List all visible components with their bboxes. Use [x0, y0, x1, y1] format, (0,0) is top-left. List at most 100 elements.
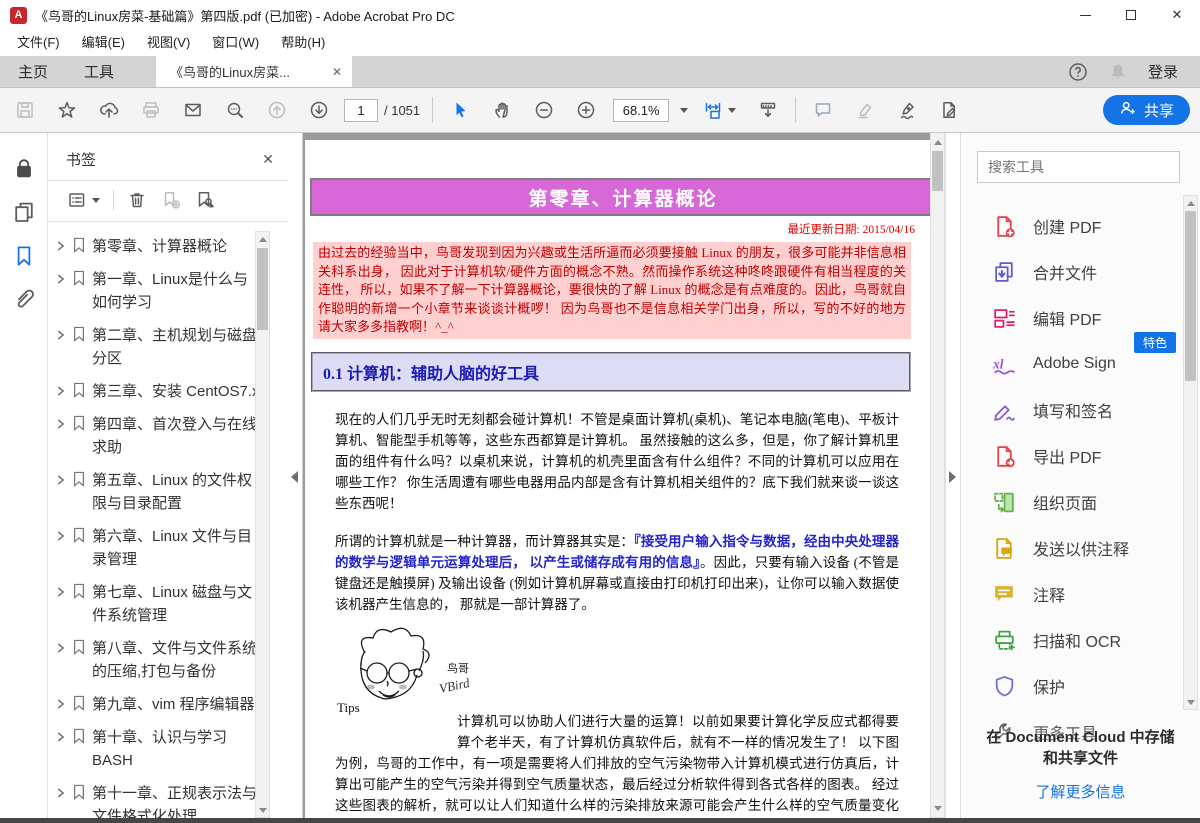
tab-home[interactable]: 主页	[0, 56, 66, 87]
zoom-dropdown-caret[interactable]	[671, 101, 692, 120]
bookmark-label: 第八章、文件与文件系统的压缩,打包与备份	[92, 637, 262, 683]
chevron-right-icon[interactable]	[56, 693, 72, 715]
bookmark-item[interactable]: 第六章、Linux 文件与目录管理	[56, 520, 262, 576]
previous-page-icon[interactable]	[256, 93, 298, 127]
document-cloud-footer: 在 Document Cloud 中存储和共享文件 了解更多信息	[961, 727, 1200, 802]
scroll-mode-icon[interactable]	[747, 93, 789, 127]
tool-item[interactable]: 保护	[991, 663, 1200, 709]
title-bar: A 《鸟哥的Linux房菜-基础篇》第四版.pdf (已加密) - Adobe …	[0, 0, 1200, 30]
menu-item[interactable]: 窗口(W)	[201, 30, 270, 56]
options-icon[interactable]	[62, 187, 105, 213]
bookmark-item[interactable]: 第五章、Linux 的文件权限与目录配置	[56, 464, 262, 520]
scroll-down-icon[interactable]	[256, 803, 269, 817]
bookmark-item[interactable]: 第十章、认识与学习 BASH	[56, 721, 262, 777]
bookmarks-scrollbar[interactable]	[255, 231, 270, 818]
chevron-right-icon[interactable]	[56, 525, 72, 547]
expand-bookmark-icon[interactable]	[190, 187, 220, 213]
scroll-up-icon[interactable]	[256, 232, 269, 246]
chevron-right-icon[interactable]	[56, 324, 72, 346]
menu-item[interactable]: 视图(V)	[136, 30, 201, 56]
tab-tools[interactable]: 工具	[66, 56, 132, 87]
tool-item[interactable]: 填写和签名	[991, 387, 1200, 433]
scroll-down-icon[interactable]	[931, 801, 944, 815]
bookmark-item[interactable]: 第八章、文件与文件系统的压缩,打包与备份	[56, 632, 262, 688]
scroll-up-icon[interactable]	[931, 135, 944, 149]
menu-item[interactable]: 帮助(H)	[270, 30, 336, 56]
bookmarks-close-icon[interactable]: ✕	[262, 151, 274, 168]
select-tool-icon[interactable]	[439, 93, 481, 127]
tools-scrollbar[interactable]	[1183, 195, 1198, 710]
bookmarks-icon[interactable]	[11, 243, 37, 269]
tool-item[interactable]: 合并文件	[991, 249, 1200, 295]
chevron-right-icon[interactable]	[56, 782, 72, 804]
next-page-icon[interactable]	[298, 93, 340, 127]
tool-item[interactable]: 创建 PDF	[991, 203, 1200, 249]
chevron-right-icon[interactable]	[56, 235, 72, 257]
star-icon[interactable]	[46, 93, 88, 127]
search-icon[interactable]	[214, 93, 256, 127]
stamps-icon[interactable]	[928, 93, 970, 127]
zoom-in-icon[interactable]	[565, 93, 607, 127]
add-bookmark-icon[interactable]	[156, 187, 186, 213]
lock-icon[interactable]	[11, 155, 37, 181]
minimize-button[interactable]	[1062, 0, 1108, 30]
close-button[interactable]: ✕	[1154, 0, 1200, 30]
bookmarks-panel-title: 书签	[66, 149, 96, 170]
tool-item[interactable]: 注释	[991, 571, 1200, 617]
page-thumbnails-icon[interactable]	[11, 199, 37, 225]
fit-width-icon[interactable]	[692, 93, 747, 127]
bookmark-item[interactable]: 第四章、首次登入与在线求助	[56, 408, 262, 464]
collapse-right-panel-icon[interactable]	[949, 471, 956, 483]
scrollbar-thumb[interactable]	[257, 248, 268, 330]
attachments-icon[interactable]	[11, 287, 37, 313]
sign-pen-icon[interactable]	[886, 93, 928, 127]
bookmark-item[interactable]: 第一章、Linux是什么与如何学习	[56, 263, 262, 319]
bookmark-item[interactable]: 第十一章、正规表示法与文件格式化处理	[56, 777, 262, 818]
chevron-right-icon[interactable]	[56, 380, 72, 402]
bookmark-item[interactable]: 第九章、vim 程序编辑器	[56, 688, 262, 721]
help-icon[interactable]	[1068, 62, 1088, 82]
hand-tool-icon[interactable]	[481, 93, 523, 127]
chevron-right-icon[interactable]	[56, 726, 72, 748]
bookmark-item[interactable]: 第三章、安装 CentOS7.x	[56, 375, 262, 408]
chevron-right-icon[interactable]	[56, 637, 72, 659]
save-icon[interactable]	[4, 93, 46, 127]
learn-more-link[interactable]: 了解更多信息	[979, 781, 1182, 802]
tool-item[interactable]: 组织页面	[991, 479, 1200, 525]
scroll-up-icon[interactable]	[1184, 196, 1197, 210]
cloud-upload-icon[interactable]	[88, 93, 130, 127]
zoom-level-input[interactable]: 68.1%	[613, 99, 669, 122]
highlighter-icon[interactable]	[844, 93, 886, 127]
chevron-right-icon[interactable]	[56, 581, 72, 603]
page-number-input[interactable]: 1	[344, 99, 378, 122]
menu-item[interactable]: 编辑(E)	[71, 30, 136, 56]
tool-item[interactable]: xlAdobe Sign特色	[991, 341, 1200, 387]
collapse-left-panel-icon[interactable]	[291, 471, 298, 483]
chevron-right-icon[interactable]	[56, 413, 72, 435]
document-scrollbar[interactable]	[930, 133, 945, 818]
tab-close-icon[interactable]: ✕	[332, 65, 342, 79]
sign-in-button[interactable]: 登录	[1148, 61, 1178, 82]
tab-document[interactable]: 《鸟哥的Linux房菜... ✕	[156, 56, 352, 87]
scroll-down-icon[interactable]	[1184, 695, 1197, 709]
email-icon[interactable]	[172, 93, 214, 127]
tool-item[interactable]: 导出 PDF	[991, 433, 1200, 479]
bookmark-item[interactable]: 第零章、计算器概论	[56, 230, 262, 263]
tools-search-input[interactable]	[978, 159, 1179, 175]
trash-icon[interactable]	[122, 187, 152, 213]
chevron-right-icon[interactable]	[56, 268, 72, 290]
bookmark-item[interactable]: 第二章、主机规划与磁盘分区	[56, 319, 262, 375]
share-button[interactable]: 共享	[1103, 95, 1190, 125]
scrollbar-thumb[interactable]	[932, 151, 943, 191]
maximize-button[interactable]	[1108, 0, 1154, 30]
notifications-bell-icon[interactable]	[1108, 62, 1128, 82]
scrollbar-thumb[interactable]	[1185, 211, 1196, 381]
tool-item[interactable]: 发送以供注释	[991, 525, 1200, 571]
bookmark-item[interactable]: 第七章、Linux 磁盘与文件系统管理	[56, 576, 262, 632]
zoom-out-icon[interactable]	[523, 93, 565, 127]
print-icon[interactable]	[130, 93, 172, 127]
menu-item[interactable]: 文件(F)	[6, 30, 71, 56]
comment-icon[interactable]	[802, 93, 844, 127]
chevron-right-icon[interactable]	[56, 469, 72, 491]
tool-item[interactable]: 扫描和 OCR	[991, 617, 1200, 663]
